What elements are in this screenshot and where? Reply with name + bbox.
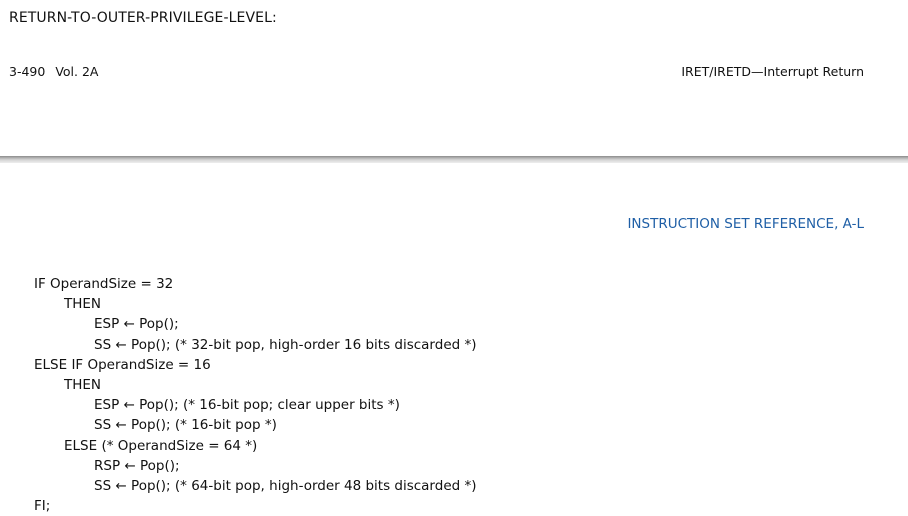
code-line: THEN xyxy=(64,296,102,313)
code-line: FI; xyxy=(34,498,51,515)
code-line: IF OperandSize = 32 xyxy=(34,276,174,292)
code-line: SS ← Pop(); (* 64-bit pop, high-order 48… xyxy=(94,477,477,494)
code-line: ELSE IF OperandSize = 16 xyxy=(34,356,211,373)
page-footer-left: 3-490 Vol. 2A xyxy=(9,64,98,79)
page-number: 3-490 xyxy=(9,64,46,79)
section-heading: RETURN-TO-OUTER-PRIVILEGE-LEVEL: xyxy=(9,10,277,26)
code-line: RSP ← Pop(); xyxy=(94,457,180,474)
page-header-title: INSTRUCTION SET REFERENCE, A-L xyxy=(627,216,864,232)
pseudocode-block: IF OperandSize = 32 THEN ESP ← Pop(); SS… xyxy=(34,274,477,516)
code-line: ESP ← Pop(); xyxy=(94,316,179,333)
code-line: THEN xyxy=(64,376,102,393)
code-line: SS ← Pop(); (* 32-bit pop, high-order 16… xyxy=(94,336,477,353)
code-line: SS ← Pop(); (* 16-bit pop *) xyxy=(94,417,277,434)
previous-page-bottom: RETURN-TO-OUTER-PRIVILEGE-LEVEL: 3-490 Vo… xyxy=(0,0,908,156)
page-divider xyxy=(0,156,908,163)
code-line: ESP ← Pop(); (* 16-bit pop; clear upper … xyxy=(94,397,400,414)
code-line: ELSE (* OperandSize = 64 *) xyxy=(64,437,258,454)
volume-label: Vol. 2A xyxy=(55,64,99,79)
page-footer-instruction-title: IRET/IRETD—Interrupt Return xyxy=(681,64,864,79)
